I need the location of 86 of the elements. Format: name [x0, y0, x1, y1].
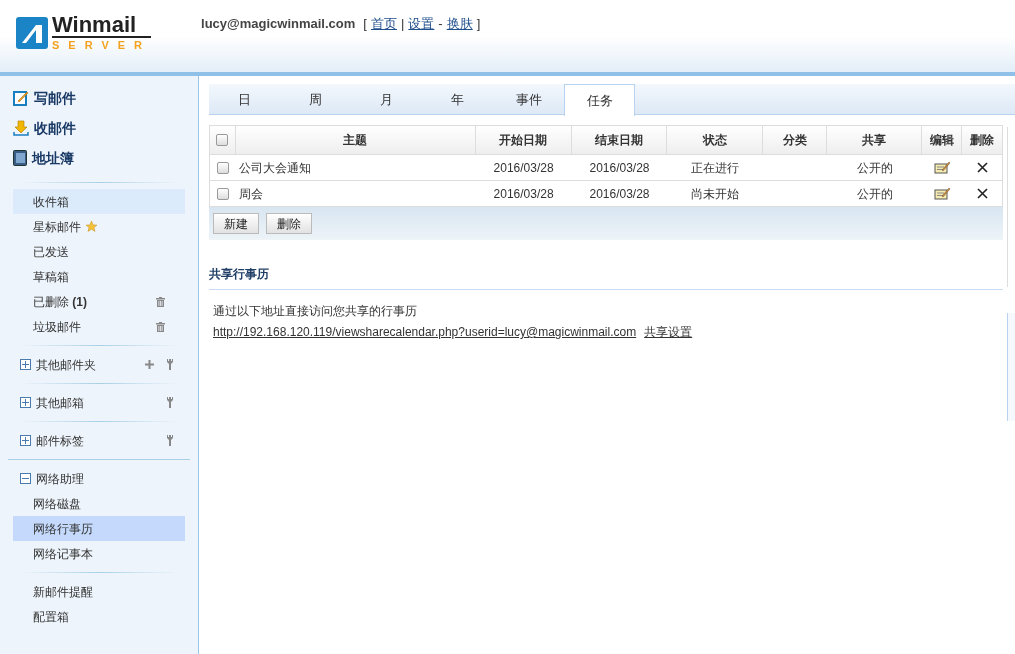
table-cell: 2016/03/28 [589, 160, 650, 175]
table-header-cell-text: 删除 [969, 132, 995, 149]
tab[interactable]: 事件 [493, 84, 564, 115]
folder-item[interactable]: 草稿箱 [13, 264, 185, 289]
header-link[interactable]: 换肤 [446, 14, 473, 34]
separator-text: - [438, 15, 443, 33]
section-title: 共享行事历 [209, 267, 269, 281]
folder-item[interactable]: 网络行事历 [13, 516, 185, 541]
tab[interactable]: 日 [209, 84, 280, 115]
folder-item[interactable]: 收件箱 [13, 189, 185, 214]
logo-icon [16, 17, 48, 49]
folder-item[interactable]: 网络磁盘 [13, 491, 185, 516]
table-header-cell: 共享 [827, 126, 923, 154]
trash-icon[interactable] [156, 296, 165, 307]
table-cell: 2016/03/28 [493, 186, 554, 201]
table-header-cell: 分类 [763, 126, 828, 154]
table-header-cell: 结束日期 [571, 126, 668, 154]
group-label[interactable]: 网络助理 [36, 469, 84, 488]
folder-label: 星标邮件 [33, 218, 81, 236]
folder-item[interactable]: 垃圾邮件 [13, 314, 185, 339]
user-email: lucy@magicwinmail.com [201, 15, 356, 33]
table-cell: 周会 [238, 186, 263, 201]
trash-icon[interactable] [156, 321, 165, 332]
logo-title: Winmail [52, 14, 152, 38]
folder-item[interactable]: 星标邮件 [13, 214, 185, 239]
folder-item[interactable]: 已删除 (1) [13, 289, 185, 314]
header-link[interactable]: 设置 [408, 14, 435, 34]
toolbar-button[interactable]: 新建 [213, 213, 259, 234]
tab[interactable]: 月 [351, 84, 422, 115]
toolbar-button[interactable]: 删除 [266, 213, 312, 234]
group-label[interactable]: 其他邮箱 [36, 393, 84, 412]
table-header-cell: 状态 [667, 126, 764, 154]
star-icon [85, 220, 98, 233]
sidebar-action[interactable]: 收邮件 [13, 118, 198, 138]
checkbox[interactable] [216, 134, 229, 146]
expand-icon[interactable] [20, 359, 31, 370]
edit-icon[interactable] [934, 161, 951, 174]
folder-label: 草稿箱 [33, 268, 69, 286]
header-link[interactable]: 首页 [370, 14, 397, 34]
logo-subtitle: SERVER [52, 38, 152, 52]
add-icon[interactable] [145, 360, 154, 369]
pencil-note-icon [13, 90, 29, 106]
description-text: 通过以下地址直接访问您共享的行事历 [213, 303, 418, 320]
separator-text: [ [363, 15, 367, 33]
download-arrow-icon [13, 120, 29, 136]
address-book-icon [13, 150, 27, 166]
table-cell: 2016/03/28 [493, 160, 554, 175]
table-cell: 尚未开始 [691, 186, 740, 201]
edit-icon[interactable] [934, 187, 951, 200]
folder-item[interactable]: 网络记事本 [13, 541, 185, 566]
checkbox[interactable] [217, 187, 229, 200]
table-cell: 正在进行 [691, 160, 740, 175]
wrench-icon[interactable] [166, 435, 174, 446]
table-header-cell: 主题 [235, 126, 476, 154]
tab[interactable]: 年 [422, 84, 493, 115]
folder-label: 已删除 (1) [33, 293, 87, 311]
sidebar-action[interactable]: 地址簿 [13, 148, 198, 168]
delete-icon[interactable] [976, 162, 988, 173]
wrench-icon[interactable] [166, 359, 174, 370]
expand-icon[interactable] [20, 397, 31, 408]
wrench-icon[interactable] [166, 397, 174, 408]
table-cell: 公开的 [856, 186, 893, 201]
table-cell: 公司大会通知 [238, 160, 311, 175]
sidebar-link[interactable]: 配置箱 [13, 604, 185, 629]
tab[interactable]: 周 [280, 84, 351, 115]
folder-label: 垃圾邮件 [33, 318, 81, 336]
separator-text: ] [476, 15, 481, 33]
sidebar-action[interactable]: 写邮件 [13, 88, 198, 108]
checkbox[interactable] [217, 161, 229, 174]
share-url-link[interactable]: http://192.168.120.119/viewsharecalendar.php?userid=lucy@magicwinmail.com [213, 323, 637, 341]
delete-icon[interactable] [976, 188, 988, 199]
folder-label: 已发送 [33, 243, 69, 261]
group-label[interactable]: 邮件标签 [36, 431, 84, 450]
collapse-icon[interactable] [20, 473, 31, 484]
share-settings-link[interactable]: 共享设置 [644, 323, 693, 341]
table-cell: 2016/03/28 [589, 186, 650, 201]
folder-item[interactable]: 已发送 [13, 239, 185, 264]
table-cell: 公开的 [856, 160, 893, 175]
sidebar-link[interactable]: 新邮件提醒 [13, 579, 185, 604]
expand-icon[interactable] [20, 435, 31, 446]
tab[interactable]: 任务 [564, 84, 635, 116]
folder-label: 收件箱 [33, 193, 69, 211]
table-header-cell: 开始日期 [475, 126, 572, 154]
separator-text: | [400, 15, 405, 33]
group-label[interactable]: 其他邮件夹 [36, 355, 96, 374]
table-header-cell: 编辑 [922, 126, 963, 154]
